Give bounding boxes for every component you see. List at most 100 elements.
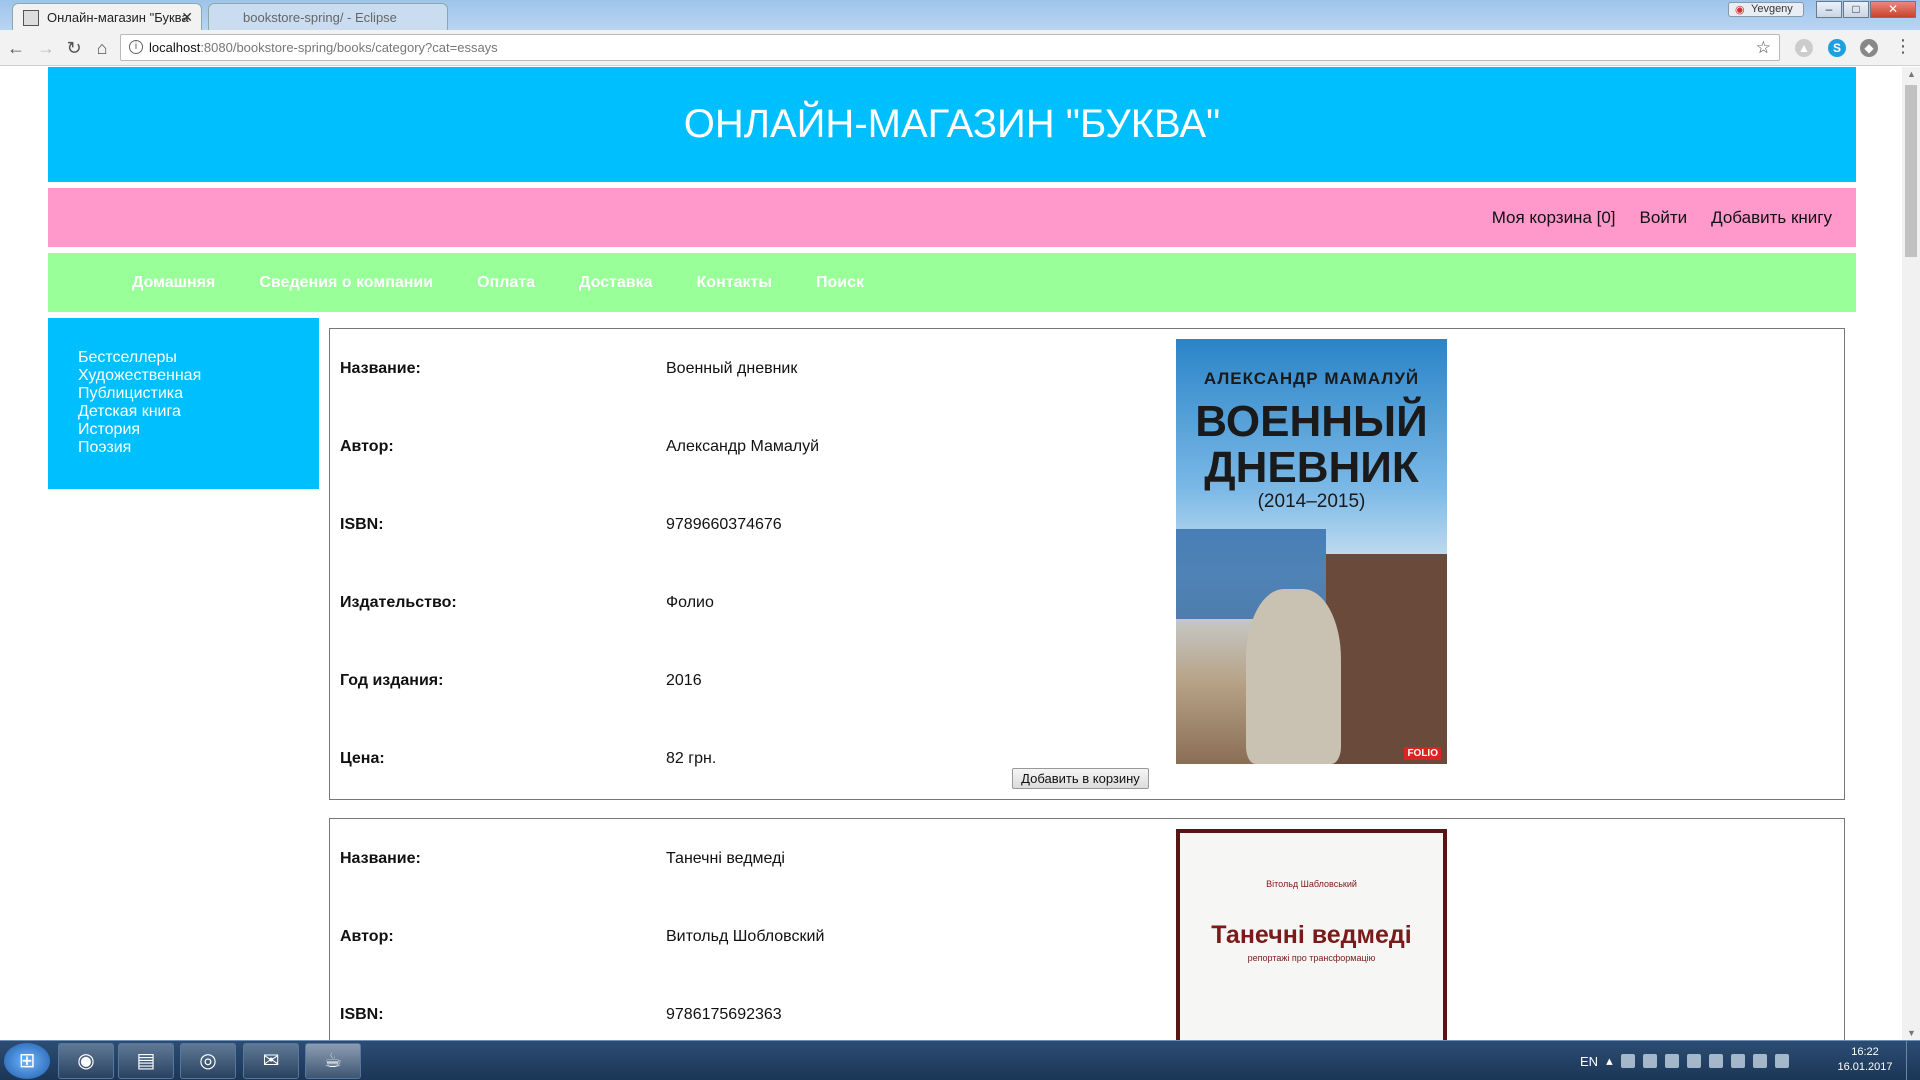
- user-bar: Моя корзина [0] Войти Добавить книгу: [48, 188, 1856, 247]
- url-path: :8080/bookstore-spring/books/category?ca…: [200, 40, 498, 55]
- cover-piano: [1326, 554, 1447, 764]
- scroll-down-icon[interactable]: ▼: [1907, 1028, 1916, 1038]
- nav-delivery[interactable]: Доставка: [579, 274, 653, 292]
- scroll-up-icon[interactable]: ▲: [1907, 69, 1916, 79]
- book-card: Название: Танечні ведмеді Автор: Витольд…: [329, 818, 1845, 1040]
- cover-years: (2014–2015): [1257, 491, 1366, 512]
- thunderbird-taskbar-icon[interactable]: ✉: [243, 1043, 299, 1079]
- minimize-button[interactable]: –: [1816, 1, 1842, 18]
- tab-close-icon[interactable]: ✕: [181, 9, 193, 26]
- title-label: Название:: [340, 360, 421, 377]
- author-label: Автор:: [340, 438, 394, 455]
- forward-arrow-icon[interactable]: →: [34, 36, 58, 60]
- cover-author: АЛЕКСАНДР МАМАЛУЙ: [1203, 369, 1420, 388]
- page-viewport: ОНЛАЙН-МАГАЗИН "БУКВА" Моя корзина [0] В…: [0, 67, 1902, 1040]
- add-book-link[interactable]: Добавить книгу: [1711, 208, 1832, 228]
- reload-icon[interactable]: ↻: [62, 36, 86, 60]
- tab-active[interactable]: Онлайн-магазин "Буква ✕: [12, 3, 202, 30]
- windows-start-icon[interactable]: ⊞: [4, 1043, 50, 1079]
- isbn-label: ISBN:: [340, 516, 384, 533]
- book-author: Витольд Шобловский: [666, 928, 825, 945]
- tray-icon[interactable]: [1664, 1054, 1679, 1068]
- nav-contacts[interactable]: Контакты: [697, 274, 772, 292]
- close-window-button[interactable]: ✕: [1870, 1, 1916, 18]
- book-title: Танечні ведмеді: [666, 850, 785, 867]
- action-center-icon[interactable]: [1774, 1054, 1789, 1068]
- address-bar[interactable]: i localhost:8080/bookstore-spring/books/…: [120, 34, 1780, 61]
- clock-date: 16.01.2017: [1837, 1061, 1893, 1073]
- category-fiction[interactable]: Художественная: [78, 367, 319, 385]
- category-essays[interactable]: Публицистика: [78, 385, 319, 403]
- clock-time: 16:22: [1851, 1046, 1879, 1058]
- page-favicon-icon: [23, 10, 39, 26]
- book-isbn: 9786175692363: [666, 1006, 782, 1023]
- cover-title: Танечні ведмеді: [1211, 921, 1412, 949]
- nav-home[interactable]: Домашняя: [132, 274, 215, 292]
- add-to-cart-button[interactable]: Добавить в корзину: [1012, 768, 1149, 789]
- profile-name: Yevgeny: [1751, 3, 1793, 15]
- cover-author: Вітольд Шабловський: [1266, 879, 1357, 889]
- nav-search[interactable]: Поиск: [816, 274, 864, 292]
- cover-publisher-logo: FOLIO: [1404, 747, 1441, 760]
- firefox-taskbar-icon[interactable]: ◎: [180, 1043, 236, 1079]
- explorer-taskbar-icon[interactable]: ▤: [118, 1043, 174, 1079]
- category-poetry[interactable]: Поэзия: [78, 439, 319, 457]
- maximize-button[interactable]: □: [1843, 1, 1869, 18]
- cover-subtitle: репортажі про трансформацію: [1247, 953, 1376, 963]
- show-desktop-button[interactable]: [1906, 1041, 1920, 1080]
- browser-titlebar: Онлайн-магазин "Буква ✕ bookstore-spring…: [0, 0, 1920, 30]
- book-author: Александр Мамалуй: [666, 438, 820, 455]
- category-sidebar: Бестселлеры Художественная Публицистика …: [48, 318, 319, 489]
- tray-expand-icon[interactable]: ▴: [1606, 1053, 1613, 1069]
- tray-icon[interactable]: [1642, 1054, 1657, 1068]
- year-label: Год издания:: [340, 672, 444, 689]
- page-scrollbar[interactable]: ▲ ▼: [1902, 67, 1920, 1040]
- title-label: Название:: [340, 850, 421, 867]
- profile-button[interactable]: ◉ Yevgeny: [1728, 2, 1804, 17]
- cart-link[interactable]: Моя корзина [0]: [1492, 208, 1616, 228]
- back-arrow-icon[interactable]: ←: [4, 36, 28, 60]
- cover-title-line2: ДНЕВНИК: [1204, 443, 1419, 492]
- tab-title-inactive: bookstore-spring/ - Eclipse: [243, 10, 397, 25]
- tray-icon[interactable]: [1620, 1054, 1635, 1068]
- nav-payment[interactable]: Оплата: [477, 274, 535, 292]
- category-history[interactable]: История: [78, 421, 319, 439]
- clock[interactable]: 16:22 16.01.2017: [1830, 1045, 1900, 1075]
- cover-title-line1: ВОЕННЫЙ: [1195, 397, 1428, 446]
- book-year: 2016: [666, 672, 702, 689]
- profile-icon: ◉: [1735, 4, 1745, 16]
- main-nav: Домашняя Сведения о компании Оплата Дост…: [48, 253, 1856, 312]
- tab-inactive[interactable]: bookstore-spring/ - Eclipse: [208, 3, 448, 30]
- book-cover-image[interactable]: Вітольд Шабловський Танечні ведмеді репо…: [1176, 829, 1447, 1040]
- author-label: Автор:: [340, 928, 394, 945]
- network-icon[interactable]: [1752, 1054, 1767, 1068]
- book-price: 82 грн.: [666, 750, 717, 767]
- browser-menu-icon[interactable]: ⋮: [1894, 36, 1912, 57]
- book-cover-image[interactable]: АЛЕКСАНДР МАМАЛУЙ ВОЕННЫЙ ДНЕВНИК (2014–…: [1176, 339, 1447, 764]
- book-card: Название: Военный дневник Автор: Алексан…: [329, 328, 1845, 800]
- home-icon[interactable]: ⌂: [90, 36, 114, 60]
- nav-about[interactable]: Сведения о компании: [259, 274, 433, 292]
- category-bestsellers[interactable]: Бестселлеры: [78, 349, 319, 367]
- browser-toolbar: ← → ↻ ⌂ i localhost:8080/bookstore-sprin…: [0, 30, 1920, 66]
- windows-taskbar: ⊞ ◉ ▤ ◎ ✉ ☕ EN ▴ 16:22 16.01.2017: [0, 1040, 1920, 1080]
- eclipse-taskbar-icon[interactable]: ☕: [305, 1043, 361, 1079]
- price-label: Цена:: [340, 750, 385, 767]
- language-indicator[interactable]: EN: [1580, 1054, 1598, 1069]
- bookmark-star-icon[interactable]: ☆: [1756, 35, 1771, 60]
- chrome-taskbar-icon[interactable]: ◉: [58, 1043, 114, 1079]
- tray-icon[interactable]: [1686, 1054, 1701, 1068]
- skype-extension-icon[interactable]: S: [1828, 39, 1846, 57]
- volume-icon[interactable]: [1730, 1054, 1745, 1068]
- book-isbn: 9789660374676: [666, 516, 782, 533]
- shield-extension-icon[interactable]: ◆: [1860, 39, 1878, 57]
- publisher-label: Издательство:: [340, 594, 457, 611]
- info-icon[interactable]: i: [129, 40, 143, 54]
- login-link[interactable]: Войти: [1640, 208, 1688, 228]
- category-children[interactable]: Детская книга: [78, 403, 319, 421]
- isbn-label: ISBN:: [340, 1006, 384, 1023]
- tray-icon[interactable]: [1708, 1054, 1723, 1068]
- drive-extension-icon[interactable]: ▲: [1795, 39, 1813, 57]
- scrollbar-thumb[interactable]: [1905, 85, 1917, 257]
- site-header: ОНЛАЙН-МАГАЗИН "БУКВА": [48, 67, 1856, 182]
